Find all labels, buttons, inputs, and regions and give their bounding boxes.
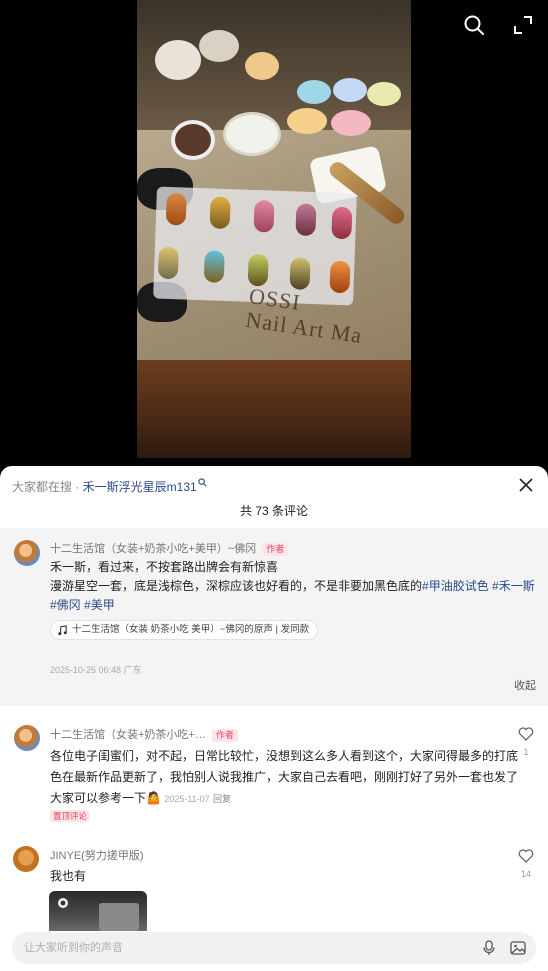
comment-input-bar[interactable] bbox=[12, 932, 536, 964]
like-button[interactable]: 14 bbox=[517, 849, 535, 879]
scene-jar bbox=[199, 30, 239, 62]
comment-username[interactable]: 十二生活馆（女装+奶茶小吃+美甲）~佛冈 作者 bbox=[50, 540, 289, 556]
scene-jar bbox=[331, 110, 371, 136]
trending-search-keyword[interactable]: 禾一斯浮光星辰m131 bbox=[83, 480, 197, 494]
scene-jar bbox=[367, 82, 401, 106]
comment-text: 我也有 bbox=[50, 869, 87, 883]
emoji: 🤷 bbox=[146, 791, 161, 805]
palette-swatch bbox=[165, 192, 187, 226]
palette-swatch bbox=[331, 206, 353, 240]
avatar[interactable] bbox=[14, 540, 40, 566]
comment-line-1: 禾一斯，看过来，不按套路出牌会有新惊喜 bbox=[50, 560, 279, 574]
like-button[interactable]: 1 bbox=[517, 727, 535, 757]
heart-icon bbox=[518, 849, 534, 863]
image-icon[interactable] bbox=[510, 940, 526, 956]
hashtag-link[interactable]: #美甲 bbox=[84, 598, 115, 612]
video-player[interactable]: OSSI Nail Art Ma bbox=[0, 0, 548, 470]
music-note-icon bbox=[58, 624, 67, 635]
mic-icon[interactable] bbox=[482, 940, 496, 956]
comment-sheet: 大家都在搜 · 禾一斯浮光星辰m131 共 73 条评论 十二生活馆（女装+奶茶… bbox=[0, 466, 548, 971]
comment-text: 各位电子闺蜜们，对不起，日常比较忙，没想到这么多人看到这个，大家问得最多的打底 … bbox=[50, 746, 519, 810]
palette-swatch bbox=[203, 250, 225, 283]
palette-swatch bbox=[253, 199, 275, 233]
like-count: 14 bbox=[520, 869, 531, 879]
hashtag-link[interactable]: #甲油胶试色 bbox=[422, 579, 489, 593]
scene-jar bbox=[297, 80, 331, 104]
comment-line: 色在最新作品更新了，我怕别人说我推广，大家自己去看吧，刚刚打好了另外一套也发了 bbox=[50, 770, 519, 784]
scene-jar bbox=[171, 120, 215, 160]
palette-swatch bbox=[295, 203, 317, 237]
image-content bbox=[99, 903, 139, 931]
scene-wood bbox=[137, 360, 411, 458]
comment-text: 禾一斯，看过来，不按套路出牌会有新惊喜 漫游星空一套，底是浅棕色，深棕应该也好看… bbox=[50, 558, 540, 615]
music-label: 十二生活馆（女装 奶茶小吃 美甲）~佛冈的原声 | 发同款 bbox=[72, 624, 310, 635]
comment-image[interactable] bbox=[49, 891, 147, 931]
music-chip[interactable]: 十二生活馆（女装 奶茶小吃 美甲）~佛冈的原声 | 发同款 bbox=[50, 620, 319, 640]
scene-jar bbox=[223, 112, 281, 156]
heart-icon bbox=[518, 727, 534, 741]
comment-line: 各位电子闺蜜们，对不起，日常比较忙，没想到这么多人看到这个，大家问得最多的打底 bbox=[50, 749, 519, 763]
scene-jar bbox=[245, 52, 279, 80]
scene-jar bbox=[333, 78, 367, 102]
comment-input[interactable] bbox=[24, 932, 464, 964]
pinned-comment: 十二生活馆（女装+奶茶小吃+美甲）~佛冈 作者 禾一斯，看过来，不按套路出牌会有新… bbox=[0, 528, 548, 706]
close-icon[interactable] bbox=[518, 477, 534, 493]
trending-search[interactable]: 大家都在搜 · 禾一斯浮光星辰m131 bbox=[12, 478, 207, 495]
palette-swatch bbox=[329, 260, 351, 294]
author-tag: 作者 bbox=[211, 728, 238, 742]
comment-username[interactable]: JINYE(努力搓甲版) bbox=[50, 847, 144, 863]
collapse-button[interactable]: 收起 bbox=[514, 677, 536, 693]
camera-icon bbox=[58, 898, 68, 908]
palette-swatch bbox=[247, 253, 269, 287]
palette-swatch bbox=[209, 196, 231, 230]
hashtag-link[interactable]: #禾一斯 bbox=[492, 579, 535, 593]
comment-timestamp: 2025-10-25 06:48 广东 bbox=[50, 665, 142, 675]
avatar[interactable] bbox=[13, 846, 39, 872]
author-tag: 作者 bbox=[262, 542, 289, 556]
pinned-badge: 置顶评论 bbox=[50, 810, 91, 822]
search-icon[interactable] bbox=[463, 14, 485, 36]
palette-swatch bbox=[157, 246, 179, 280]
comment-line-2: 漫游星空一套，底是浅棕色，深棕应该也好看的，不是非要加黑色底的#甲油胶试色 #禾… bbox=[50, 579, 535, 612]
hashtag-link[interactable]: #佛冈 bbox=[50, 598, 81, 612]
reply-button[interactable]: 回复 bbox=[213, 794, 231, 804]
comment-username[interactable]: 十二生活馆（女装+奶茶小吃+… 作者 bbox=[50, 726, 238, 742]
scene-jar bbox=[155, 40, 201, 80]
trending-search-prefix: 大家都在搜 · bbox=[12, 480, 83, 494]
expand-icon[interactable] bbox=[512, 14, 534, 36]
avatar[interactable] bbox=[14, 725, 40, 751]
palette-swatch bbox=[289, 257, 311, 290]
search-small-icon bbox=[198, 478, 207, 487]
scene-jar bbox=[287, 108, 327, 134]
video-frame[interactable]: OSSI Nail Art Ma bbox=[137, 0, 411, 458]
like-count: 1 bbox=[523, 747, 529, 757]
comment-line: 大家可以参考一下🤷 2025-11-07 回复 bbox=[50, 791, 232, 805]
comment-count: 共 73 条评论 bbox=[239, 504, 309, 518]
comment-date: 2025-11-07 bbox=[164, 794, 210, 804]
